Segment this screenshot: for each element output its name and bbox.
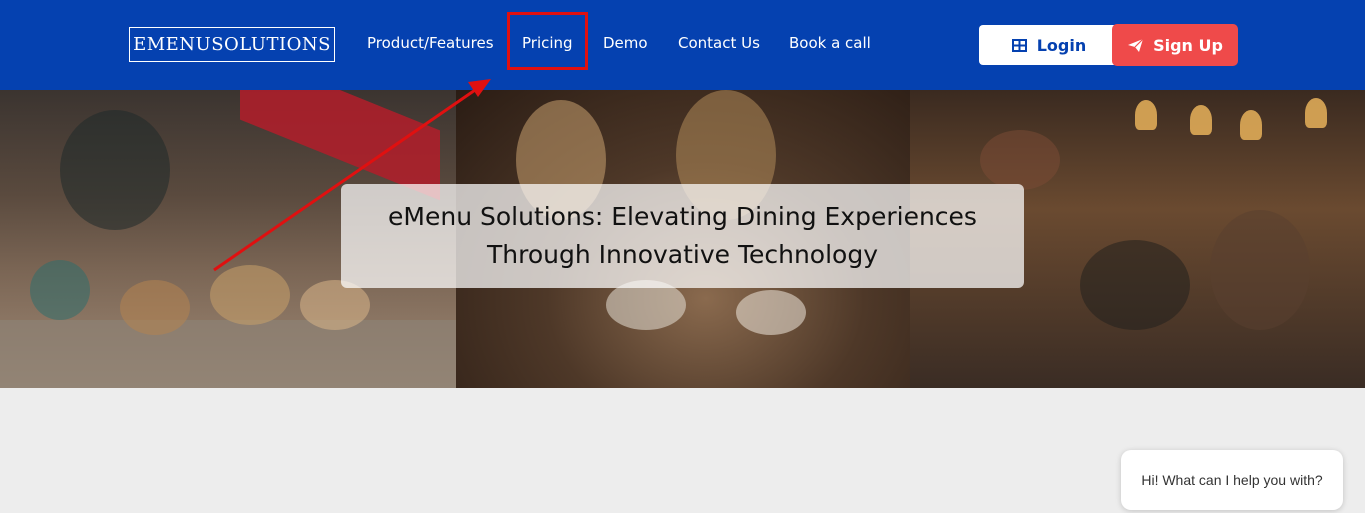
hero-heading-line-1: eMenu Solutions: Elevating Dining Experi…: [388, 202, 977, 231]
nav-item-book-a-call[interactable]: Book a call: [789, 34, 871, 52]
chat-message: Hi! What can I help you with?: [1141, 472, 1323, 488]
hero-banner: eMenu Solutions: Elevating Dining Experi…: [0, 90, 1365, 388]
signup-label: Sign Up: [1153, 35, 1223, 55]
brand-logo[interactable]: EMENUSOLUTIONS: [129, 27, 335, 62]
hero-heading-line-2: Through Innovative Technology: [486, 240, 879, 269]
login-button[interactable]: Login: [979, 25, 1119, 65]
brand-logo-text: EMENUSOLUTIONS: [133, 34, 331, 55]
hero-caption: eMenu Solutions: Elevating Dining Experi…: [341, 184, 1024, 288]
nav-item-product-features[interactable]: Product/Features: [367, 34, 494, 52]
chat-greeting-bubble[interactable]: Hi! What can I help you with?: [1121, 450, 1343, 510]
pricing-highlight-box: [507, 12, 588, 70]
paper-plane-icon: [1128, 38, 1144, 52]
site-header: EMENUSOLUTIONS Product/Features Pricing …: [0, 0, 1365, 90]
grid-icon: [1011, 38, 1027, 52]
nav-item-contact-us[interactable]: Contact Us: [678, 34, 760, 52]
login-label: Login: [1036, 35, 1087, 55]
signup-button[interactable]: Sign Up: [1112, 24, 1238, 66]
nav-item-demo[interactable]: Demo: [603, 34, 648, 52]
